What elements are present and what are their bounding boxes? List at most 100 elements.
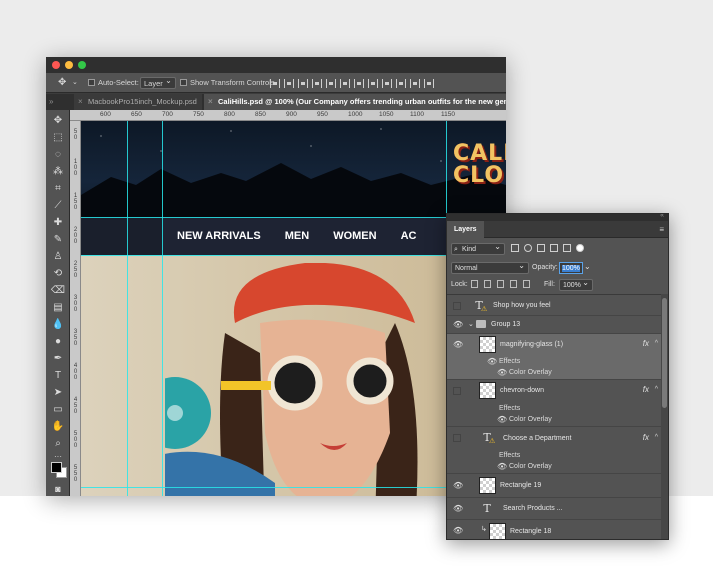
tab-macbook-mockup[interactable]: × MacbookPro15inch_Mockup.psd [74,94,202,110]
layer-row[interactable]: chevron-down fx ^ Effects 👁 Color Overla… [447,380,661,427]
close-window-button[interactable] [52,61,60,69]
lock-position-icon[interactable] [497,280,504,288]
align-middle-icon[interactable] [284,78,294,88]
layer-row[interactable]: 👁 T Search Products ... [447,498,661,520]
layer-group-row[interactable]: 👁 ⌄ Group 13 [447,316,661,334]
move-tool-icon[interactable]: ✥ [50,114,66,128]
layer-effects-icon[interactable]: fx [643,385,649,394]
rectangle-tool-icon[interactable]: ▭ [50,403,66,417]
chevron-down-icon[interactable]: ⌄ [468,320,474,328]
eyedropper-tool-icon[interactable]: ⟋ [50,199,66,213]
mountain-silhouette [81,163,506,219]
shape-filter-icon[interactable] [550,244,558,252]
healing-brush-tool-icon[interactable]: ✚ [50,216,66,230]
zoom-window-button[interactable] [78,61,86,69]
history-brush-tool-icon[interactable]: ⟲ [50,267,66,281]
smart-object-filter-icon[interactable] [563,244,571,252]
layer-row[interactable]: 👁 Rectangle 19 [447,474,661,498]
visibility-toggle[interactable] [453,434,461,442]
opacity-dropdown-icon[interactable]: ⌄ [584,262,591,271]
align-center-icon[interactable] [326,78,336,88]
distribute-top-icon[interactable] [354,78,364,88]
document-canvas[interactable]: CALI CLO NEW ARRIVALS MEN WOMEN AC [81,121,506,496]
distribute-center-icon[interactable] [410,78,420,88]
panel-menu-icon[interactable]: ≡ [659,221,664,238]
filter-toggle-icon[interactable] [576,244,584,252]
lock-transparent-pixels-icon[interactable] [471,280,478,288]
clipping-arrow-icon: ↳ [481,526,487,533]
chevron-up-icon[interactable]: ^ [655,386,658,393]
close-tab-icon[interactable]: × [78,94,83,110]
eraser-tool-icon[interactable]: ⌫ [50,284,66,298]
blend-mode-select[interactable]: Normal [451,260,529,274]
type-tool-icon[interactable]: T [50,369,66,383]
align-right-icon[interactable] [340,78,350,88]
pixel-filter-icon[interactable] [511,244,519,252]
layer-effects-icon[interactable]: fx [643,339,649,348]
tab-calihills[interactable]: × CaliHills.psd @ 100% (Our Company offe… [204,94,506,110]
lasso-tool-icon[interactable]: ◌ [50,148,66,162]
lock-image-pixels-icon[interactable] [484,280,491,288]
distribute-bottom-icon[interactable] [382,78,392,88]
move-tool-icon[interactable]: ✥ [58,73,66,93]
hand-tool-icon[interactable]: ✋ [50,420,66,434]
folder-icon [476,320,486,328]
eye-icon[interactable]: 👁 [487,357,497,366]
quick-mask-icon[interactable]: ◙ [50,482,66,496]
eye-icon[interactable]: 👁 [497,462,507,471]
close-tab-icon[interactable]: × [208,94,213,110]
filter-kind-select[interactable]: ⌕ Kind [451,241,505,255]
pen-tool-icon[interactable]: ✒ [50,352,66,366]
align-left-icon[interactable] [312,78,322,88]
scrollbar-thumb[interactable] [662,298,667,408]
adjustment-filter-icon[interactable] [524,244,532,252]
chevron-up-icon[interactable]: ^ [655,434,658,441]
eye-icon[interactable]: 👁 [453,526,463,535]
chevron-up-icon[interactable]: ^ [655,340,658,347]
collapse-panels-icon[interactable]: » [49,94,53,110]
magic-wand-tool-icon[interactable]: ⁂ [50,165,66,179]
eye-icon[interactable]: 👁 [453,504,463,513]
lock-artboard-icon[interactable] [510,280,517,288]
lock-all-icon[interactable] [523,280,530,288]
visibility-toggle[interactable] [453,302,461,310]
layer-row[interactable]: 👁 ↳ Rectangle 18 [447,520,661,539]
align-top-icon[interactable] [270,78,280,88]
path-selection-tool-icon[interactable]: ➤ [50,386,66,400]
foreground-color-swatch[interactable] [51,462,62,473]
crop-tool-icon[interactable]: ⌗ [50,182,66,196]
opacity-input[interactable]: 100% [559,262,583,274]
visibility-toggle[interactable] [453,387,461,395]
eye-icon[interactable]: 👁 [497,368,507,377]
eye-icon[interactable]: 👁 [453,481,463,490]
marquee-tool-icon[interactable]: ⬚ [50,131,66,145]
zoom-tool-icon[interactable]: ⌕ [50,437,66,451]
layer-row[interactable]: T ⚠ Choose a Department fx ^ Effects 👁 C… [447,427,661,474]
distribute-middle-icon[interactable] [368,78,378,88]
blur-tool-icon[interactable]: 💧 [50,318,66,332]
auto-select-dropdown[interactable]: Layer [140,75,176,89]
eye-icon[interactable]: 👁 [497,415,507,424]
eye-icon[interactable]: 👁 [453,340,463,349]
gradient-tool-icon[interactable]: ▤ [50,301,66,315]
layer-name: chevron-down [500,387,544,394]
brush-tool-icon[interactable]: ✎ [50,233,66,247]
tool-preset-dropdown[interactable]: ⌄ [72,73,78,93]
distribute-left-icon[interactable] [396,78,406,88]
fill-input[interactable]: 100% [559,277,593,291]
show-transform-checkbox[interactable] [180,79,187,86]
layer-row[interactable]: T ⚠ Shop how you feel [447,296,661,316]
tab-layers[interactable]: Layers [447,221,484,238]
type-filter-icon[interactable] [537,244,545,252]
auto-select-checkbox[interactable] [88,79,95,86]
eye-icon[interactable]: 👁 [453,320,463,329]
layer-effects-icon[interactable]: fx [643,433,649,442]
collapse-panel-icon[interactable]: « [660,214,664,219]
layer-row-selected[interactable]: 👁 magnifying-glass (1) fx ^ 👁 Effects 👁 … [447,334,661,380]
align-bottom-icon[interactable] [298,78,308,88]
stamp-tool-icon[interactable]: ♙ [50,250,66,264]
distribute-right-icon[interactable] [424,78,434,88]
dodge-tool-icon[interactable]: ● [50,335,66,349]
layers-scrollbar[interactable] [661,294,668,539]
minimize-window-button[interactable] [65,61,73,69]
